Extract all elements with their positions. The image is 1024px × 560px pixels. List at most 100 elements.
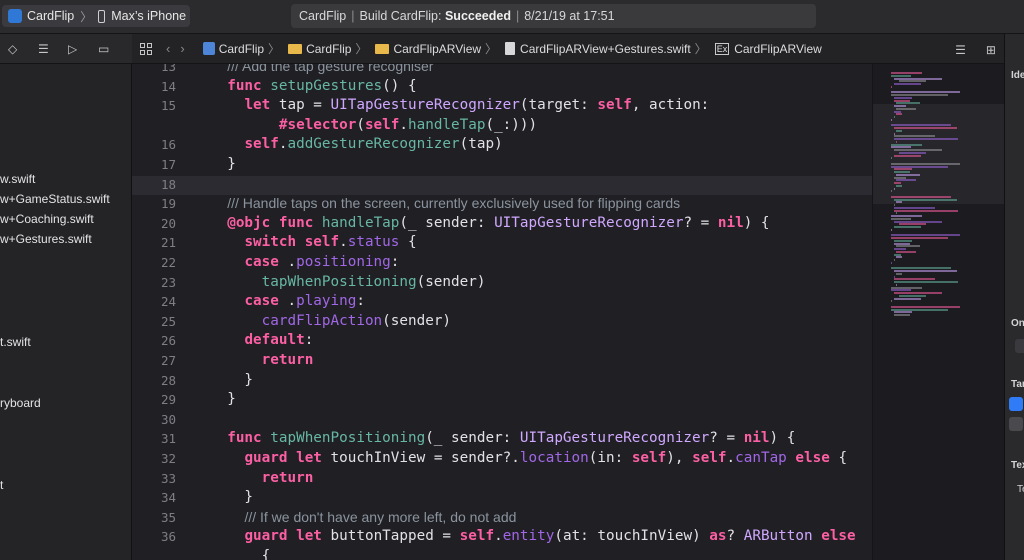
- editor-options-icon[interactable]: ☰ ⊞: [955, 43, 996, 57]
- diamond-icon[interactable]: ◇: [8, 42, 17, 56]
- project-navigator: w.swift w+GameStatus.swift w+Coaching.sw…: [0, 64, 132, 560]
- navigator-file[interactable]: w+Coaching.swift: [0, 212, 94, 226]
- navigator-file[interactable]: t.swift: [0, 335, 31, 349]
- code-line[interactable]: 14 func setupGestures() {: [132, 78, 872, 98]
- source-editor[interactable]: 13 /// Add the tap gesture recogniser 14 …: [132, 64, 872, 560]
- code-line[interactable]: 33 return: [132, 470, 872, 490]
- line-number: 29: [160, 392, 176, 408]
- code-line[interactable]: {: [132, 548, 872, 560]
- code-line[interactable]: 28 }: [132, 372, 872, 392]
- minimap-line: [896, 212, 898, 215]
- project-icon: [202, 42, 215, 55]
- minimap-line: [891, 228, 893, 231]
- code-line[interactable]: 17 }: [132, 156, 872, 176]
- breadcrumb-label: CardFlip: [306, 41, 352, 56]
- code-text: cardFlipAction(sender): [261, 312, 452, 329]
- breadcrumb-label: CardFlipARView+Gestures.swift: [520, 41, 691, 56]
- code-line[interactable]: 21 switch self.status {: [132, 234, 872, 254]
- scheme-selector[interactable]: CardFlip 〉 Max’s iPhone: [2, 5, 190, 27]
- minimap-line: [893, 253, 901, 256]
- breadcrumb-folder[interactable]: CardFlipARView 〉: [375, 40, 499, 57]
- navigator-file[interactable]: w+Gestures.swift: [0, 232, 92, 246]
- minimap-line: [893, 206, 936, 209]
- navigator-file[interactable]: ryboard: [0, 396, 41, 410]
- line-number: 36: [160, 529, 176, 545]
- minimap-line: [893, 135, 936, 138]
- code-line[interactable]: 19 /// Handle taps on the screen, curren…: [132, 195, 872, 215]
- minimap-viewport[interactable]: [873, 104, 1004, 204]
- code-line[interactable]: 23 tapWhenPositioning(sender): [132, 274, 872, 294]
- minimap-line: [891, 94, 949, 96]
- code-text: func setupGestures() {: [227, 77, 417, 94]
- minimap-line: [896, 201, 902, 204]
- target-checkbox[interactable]: [1009, 397, 1023, 411]
- code-line[interactable]: 16 self.addGestureRecognizer(tap): [132, 136, 872, 156]
- line-number: 27: [160, 353, 176, 368]
- navigator-file[interactable]: t: [0, 478, 3, 492]
- code-line[interactable]: 32 guard let touchInView = sender?.locat…: [132, 450, 872, 470]
- back-arrow-icon[interactable]: ‹: [166, 41, 170, 56]
- extension-badge: Ex: [714, 42, 730, 55]
- code-line[interactable]: 29 }: [132, 391, 872, 411]
- code-line[interactable]: 13 /// Add the tap gesture recogniser: [132, 64, 872, 78]
- minimap-line: [893, 259, 895, 261]
- minimap-line: [891, 91, 960, 94]
- breadcrumb-file[interactable]: CardFlipARView+Gestures.swift 〉: [505, 40, 709, 57]
- code-line[interactable]: 34 }: [132, 489, 872, 509]
- navigator-file[interactable]: w+GameStatus.swift: [0, 192, 110, 206]
- line-number: 17: [160, 157, 176, 172]
- code-line[interactable]: 27 return: [132, 352, 872, 372]
- line-number: 25: [160, 313, 176, 329]
- code-text: #selector(self.handleTap(_:))): [278, 116, 538, 133]
- breadcrumb-project[interactable]: CardFlip 〉: [202, 40, 282, 57]
- code-line[interactable]: 36 guard let buttonTapped = self.entity(…: [132, 528, 872, 548]
- code-text: guard let buttonTapped = self.entity(at:…: [244, 528, 856, 545]
- code-line[interactable]: 30: [132, 411, 872, 431]
- list-icon[interactable]: ☰: [38, 42, 49, 56]
- minimap-line: [891, 124, 951, 127]
- minimap-line: [891, 215, 922, 217]
- minimap-line: [896, 250, 916, 253]
- line-number: 20: [160, 215, 176, 231]
- code-line[interactable]: 22 case .positioning:: [132, 254, 872, 274]
- code-text: return: [261, 469, 314, 486]
- minimap-line: [896, 184, 902, 187]
- tag-icon[interactable]: ▷: [68, 42, 77, 56]
- minimap-line: [896, 283, 898, 286]
- code-line[interactable]: 26 default:: [132, 332, 872, 352]
- code-line[interactable]: #selector(self.handleTap(_:))): [132, 117, 872, 137]
- code-line[interactable]: 35 /// If we don't have any more left, d…: [132, 509, 872, 529]
- code-text: {: [210, 548, 271, 560]
- code-line[interactable]: 25 cardFlipAction(sender): [132, 313, 872, 333]
- minimap-line: [893, 248, 907, 250]
- scheme-target: CardFlip: [27, 9, 75, 23]
- forward-arrow-icon[interactable]: ›: [180, 41, 184, 56]
- inspector-field[interactable]: [1015, 339, 1024, 353]
- breadcrumb-folder[interactable]: CardFlip 〉: [288, 40, 369, 57]
- minimap-line: [893, 83, 921, 85]
- code-text: return: [261, 352, 314, 368]
- code-line[interactable]: 24 case .playing:: [132, 293, 872, 313]
- code-line[interactable]: 31 func tapWhenPositioning(_ sender: UIT…: [132, 430, 872, 450]
- code-text: let tap = UITapGestureRecognizer(target:…: [244, 97, 710, 114]
- minimap-line: [893, 182, 901, 184]
- chevron-right-icon: 〉: [485, 42, 498, 56]
- code-line[interactable]: 15 let tap = UITapGestureRecognizer(targ…: [132, 97, 872, 117]
- code-line[interactable]: 20 @objc func handleTap(_ sender: UITapG…: [132, 215, 872, 235]
- line-number: 18: [160, 176, 176, 192]
- navigator-file[interactable]: w.swift: [0, 172, 35, 186]
- line-number: 30: [160, 411, 176, 427]
- breadcrumb-symbol[interactable]: Ex CardFlipARView: [714, 42, 822, 56]
- minimap[interactable]: [872, 64, 1004, 560]
- code-text: }: [210, 391, 236, 408]
- minimap-line: [891, 289, 912, 292]
- code-line[interactable]: 18: [132, 175, 872, 196]
- message-icon[interactable]: ▭: [98, 42, 109, 56]
- minimap-line: [893, 77, 943, 80]
- folder-icon: [375, 43, 390, 54]
- minimap-line: [891, 195, 951, 198]
- minimap-line: [896, 140, 898, 143]
- code-text: }: [210, 371, 254, 388]
- target-checkbox[interactable]: [1009, 417, 1023, 431]
- related-items-grid-icon[interactable]: [140, 42, 152, 55]
